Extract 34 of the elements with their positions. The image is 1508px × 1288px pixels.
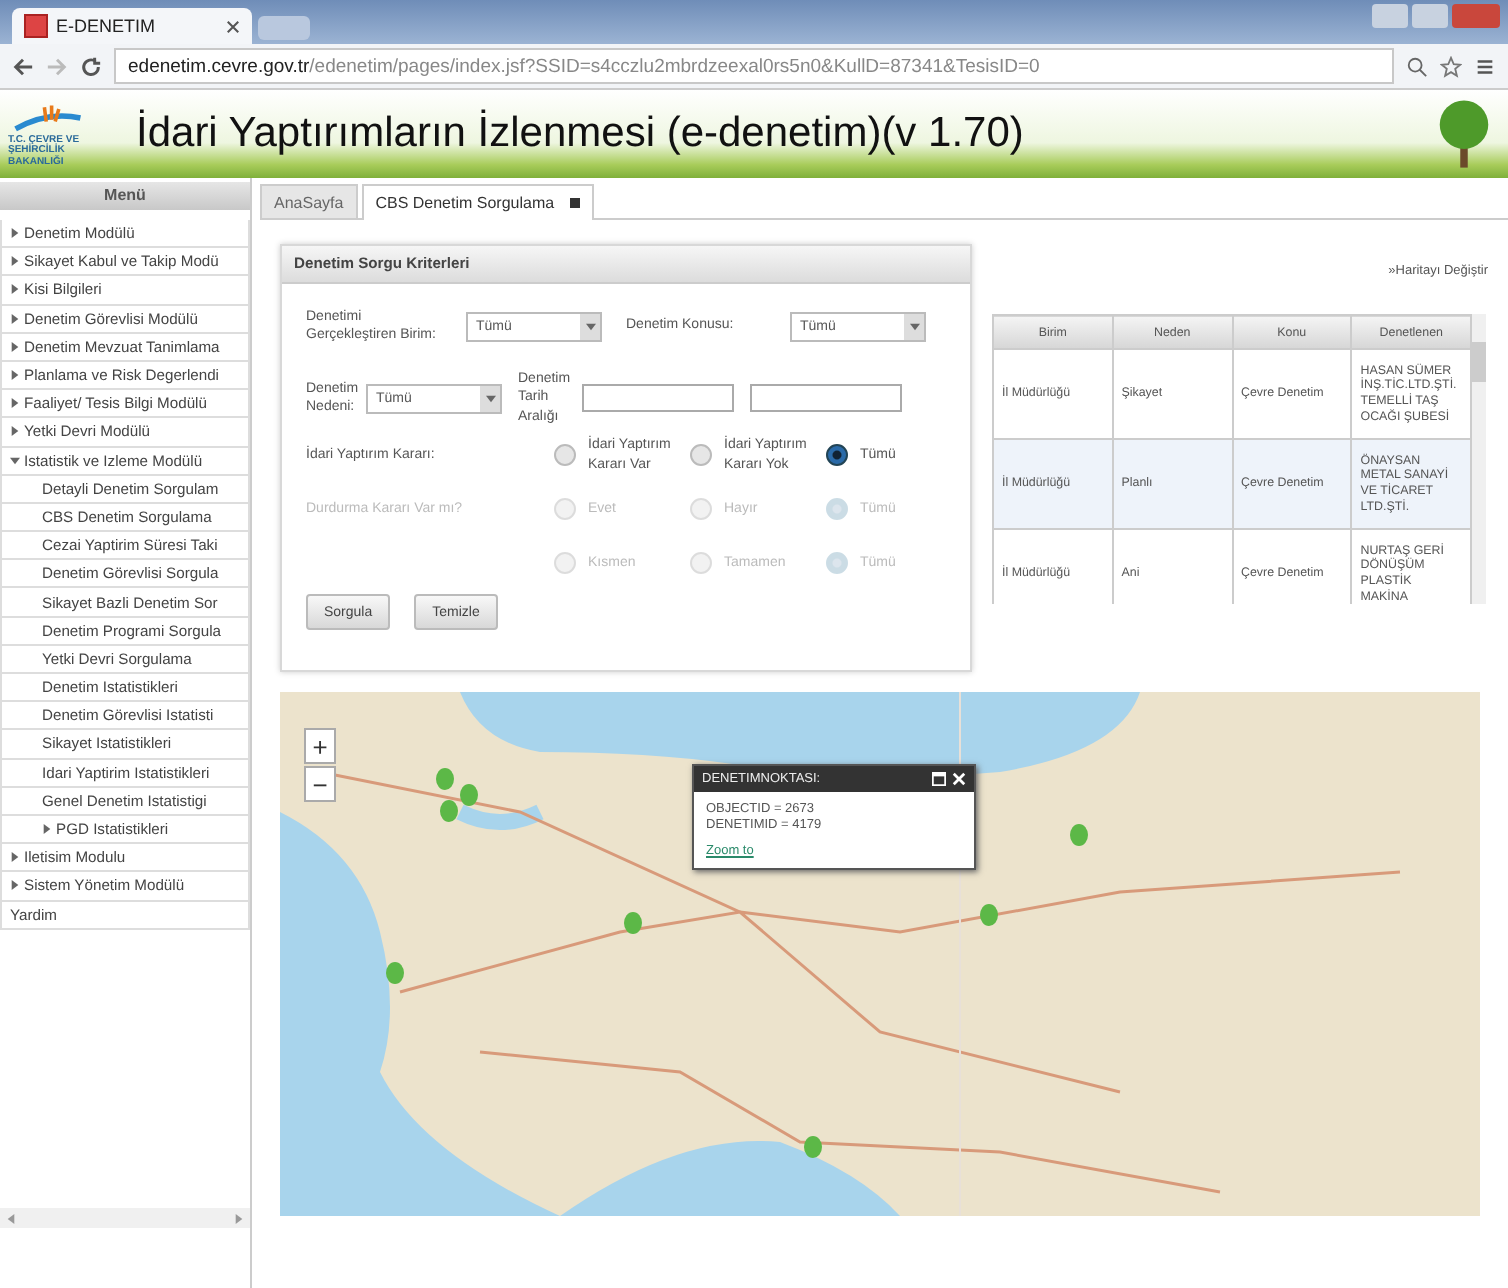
tree-icon	[1436, 96, 1492, 172]
tab[interactable]: CBS Denetim Sorgulama	[361, 184, 595, 220]
tab[interactable]: AnaSayfa	[260, 184, 358, 218]
horizontal-scrollbar[interactable]	[0, 1208, 250, 1228]
page-icon	[24, 14, 48, 38]
scroll-right-icon[interactable]	[234, 1213, 244, 1223]
radio-button[interactable]	[554, 444, 576, 466]
caret-down-icon	[585, 321, 595, 331]
date-field[interactable]	[750, 384, 902, 412]
zoom-in-button[interactable]: +	[304, 728, 336, 764]
zoom-icon[interactable]	[1406, 55, 1428, 77]
zoom-out-button[interactable]: −	[304, 766, 336, 802]
app-title: İdari Yaptırımların İzlenmesi (e-denetim)(v 1.70)	[136, 110, 1026, 158]
caret-down-icon	[485, 393, 495, 403]
radio-button[interactable]	[690, 444, 712, 466]
window-controls-drawing[interactable]	[1372, 4, 1500, 28]
date-field[interactable]	[582, 384, 734, 412]
scroll-left-icon[interactable]	[6, 1213, 16, 1223]
star-icon[interactable]	[1440, 55, 1462, 77]
tab-title: E-DENETIM	[56, 16, 155, 36]
vertical-scrollbar[interactable]	[1472, 314, 1486, 604]
maximize-icon[interactable]	[932, 772, 946, 786]
radio-button[interactable]	[826, 444, 848, 466]
new-tab-button[interactable]	[258, 16, 310, 40]
close-icon[interactable]	[570, 198, 581, 208]
menu-icon[interactable]	[1474, 55, 1496, 77]
menu-title: Menü	[0, 182, 250, 210]
back-icon[interactable]	[12, 55, 34, 77]
caret-down-icon	[909, 321, 919, 331]
address-field[interactable]: edenetim.cevre.gov.tr/edenetim/pages/index.jsf?SSID=s4cczlu2mbrdzeexal0rs5n0&KullD=87341&TesisID=0	[114, 48, 1394, 84]
close-icon[interactable]	[226, 19, 240, 33]
browser-tab[interactable]: E-DENETIM	[12, 8, 252, 44]
reload-icon[interactable]	[80, 55, 102, 77]
forward-icon[interactable]	[46, 55, 68, 77]
